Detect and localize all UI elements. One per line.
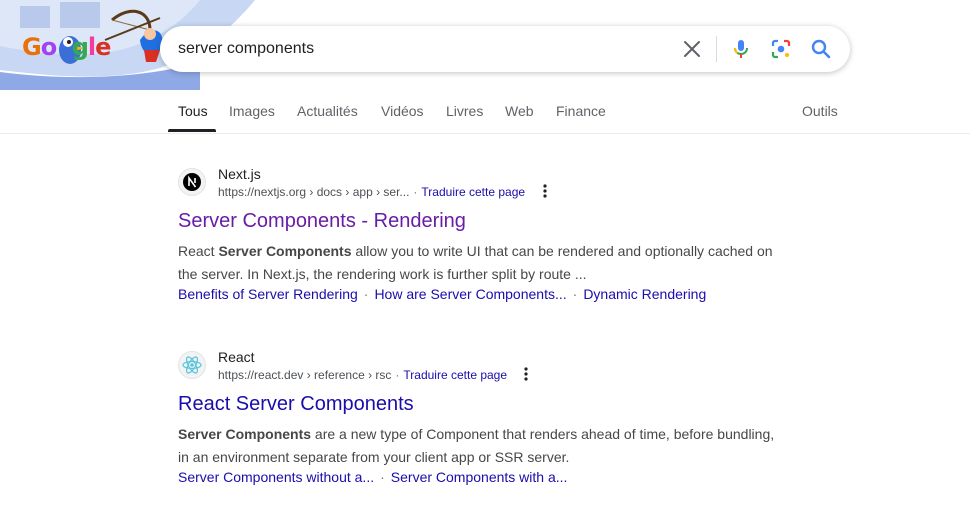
result-title-link[interactable]: Server Components - Rendering — [178, 210, 466, 233]
tab-web[interactable]: Web — [505, 103, 534, 133]
search-icon[interactable] — [809, 37, 833, 61]
tab-images[interactable]: Images — [229, 103, 275, 133]
lens-icon[interactable] — [769, 37, 793, 61]
translate-link[interactable]: Traduire cette page — [403, 368, 507, 382]
tab-books[interactable]: Livres — [446, 103, 483, 133]
result-site-name[interactable]: React — [218, 349, 255, 365]
wordmark-letter: o — [56, 33, 72, 61]
result-url: https://nextjs.org › docs › app › ser...… — [218, 185, 526, 199]
wordmark-letter: o — [40, 33, 57, 61]
tab-videos[interactable]: Vidéos — [381, 103, 424, 133]
active-tab-indicator — [168, 129, 216, 132]
sitelink[interactable]: Benefits of Server Rendering — [178, 286, 358, 302]
result-snippet: Server Components are a new type of Comp… — [178, 423, 788, 468]
result-url: https://react.dev › reference › rsc · Trad… — [218, 368, 508, 382]
tab-finance[interactable]: Finance — [556, 103, 606, 133]
react-favicon-icon — [178, 351, 206, 379]
more-options-icon[interactable] — [521, 365, 531, 383]
sitelink[interactable]: How are Server Components... — [374, 286, 566, 302]
sitelink[interactable]: Server Components without a... — [178, 469, 374, 485]
search-bar-divider — [716, 36, 717, 62]
result-sitelinks: Server Components without a... · Server Co… — [178, 469, 568, 485]
microphone-icon[interactable] — [729, 37, 753, 61]
doodle-wordmark: Google — [22, 33, 111, 61]
more-options-icon[interactable] — [540, 182, 550, 200]
search-tabs: Tous Images Actualités Vidéos Livres Web… — [0, 95, 970, 134]
search-bar — [160, 26, 850, 72]
result-sitelinks: Benefits of Server Rendering · How are Ser… — [178, 286, 707, 302]
sitelink[interactable]: Server Components with a... — [391, 469, 568, 485]
result-breadcrumb[interactable]: https://nextjs.org › docs › app › ser... — [218, 185, 409, 199]
result-snippet: React Server Components allow you to wri… — [178, 240, 788, 285]
snippet-text: React — [178, 243, 219, 259]
translate-link[interactable]: Traduire cette page — [421, 185, 525, 199]
result-breadcrumb[interactable]: https://react.dev › reference › rsc — [218, 368, 391, 382]
result-title-link[interactable]: React Server Components — [178, 393, 414, 416]
tab-news[interactable]: Actualités — [297, 103, 358, 133]
sitelink[interactable]: Dynamic Rendering — [583, 286, 706, 302]
search-input[interactable] — [178, 26, 658, 72]
tools-button[interactable]: Outils — [802, 103, 838, 133]
nextjs-favicon-icon — [178, 168, 206, 196]
snippet-highlight: Server Components — [218, 243, 352, 259]
clear-icon[interactable] — [680, 37, 704, 61]
result-site-name[interactable]: Next.js — [218, 166, 261, 182]
wordmark-letter: G — [22, 33, 42, 61]
wordmark-letter: g — [71, 33, 89, 61]
wordmark-letter: e — [95, 33, 111, 61]
snippet-highlight: Server Components — [178, 426, 312, 442]
